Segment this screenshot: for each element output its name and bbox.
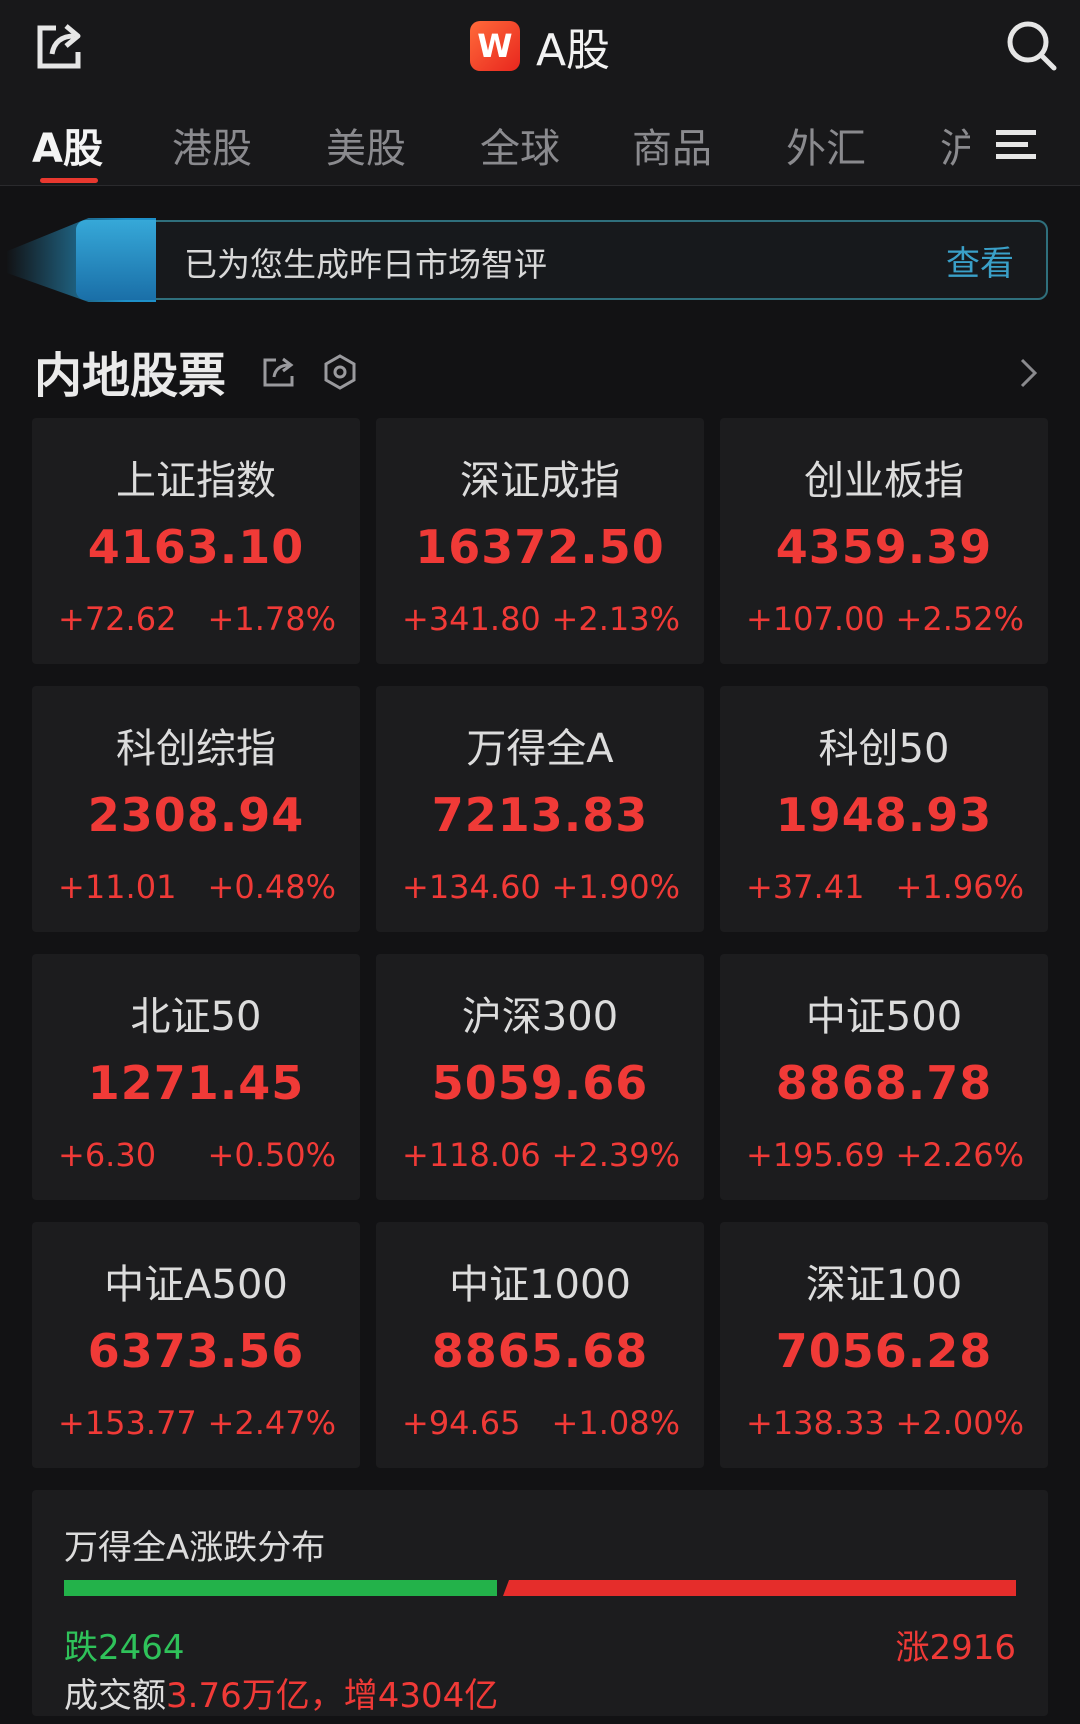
index-card[interactable]: 中证A500 6373.56 +153.77 +2.47%: [32, 1222, 360, 1468]
index-value: 6373.56: [87, 1324, 305, 1378]
tab-more-partial[interactable]: 沪: [940, 116, 970, 174]
index-value: 2308.94: [87, 788, 305, 842]
index-change-percent: +2.52%: [895, 600, 1024, 638]
index-change: +72.62: [58, 600, 177, 638]
advance-decline-panel[interactable]: 万得全A涨跌分布 跌2464 涨2916 成交额3.76万亿，增4304亿: [32, 1490, 1048, 1716]
advance-count: 涨2916: [895, 1628, 1016, 1668]
index-card[interactable]: 深证成指 16372.50 +341.80 +2.13%: [376, 418, 704, 664]
index-change: +118.06: [402, 1136, 541, 1174]
tab-hk-shares[interactable]: 港股: [172, 116, 252, 174]
index-name: 科创50: [818, 726, 950, 772]
tab-commodities[interactable]: 商品: [632, 116, 712, 174]
banner-text: 已为您生成昨日市场智评: [184, 245, 547, 284]
index-change-percent: +1.78%: [207, 600, 336, 638]
index-value: 1271.45: [87, 1056, 305, 1110]
index-value: 8868.78: [775, 1056, 993, 1110]
menu-icon[interactable]: [996, 130, 1036, 160]
index-card[interactable]: 中证500 8868.78 +195.69 +2.26%: [720, 954, 1048, 1200]
index-change-percent: +2.13%: [551, 600, 680, 638]
index-value: 1948.93: [775, 788, 993, 842]
index-change: +341.80: [402, 600, 541, 638]
index-change-percent: +1.08%: [551, 1404, 680, 1442]
index-change: +153.77: [58, 1404, 197, 1442]
index-name: 上证指数: [116, 458, 276, 504]
market-tabs: A股 港股 美股 全球 商品 外汇 沪: [0, 92, 1080, 186]
index-change: +138.33: [746, 1404, 885, 1442]
index-card[interactable]: 北证50 1271.45 +6.30 +0.50%: [32, 954, 360, 1200]
index-value: 7056.28: [775, 1324, 993, 1378]
index-name: 科创综指: [116, 726, 276, 772]
index-value: 16372.50: [415, 520, 665, 574]
index-name: 北证50: [130, 994, 262, 1040]
index-change: +94.65: [402, 1404, 521, 1442]
index-value: 4359.39: [775, 520, 993, 574]
decline-count: 跌2464: [64, 1628, 185, 1668]
index-value: 8865.68: [431, 1324, 649, 1378]
search-icon[interactable]: [1004, 18, 1058, 72]
banner-accent-block: [76, 220, 156, 300]
index-change-percent: +2.47%: [207, 1404, 336, 1442]
advance-decline-bar: [64, 1580, 1016, 1596]
index-name: 深证成指: [460, 458, 620, 504]
decline-bar: [64, 1580, 497, 1596]
index-name: 中证A500: [104, 1262, 288, 1308]
index-change: +37.41: [746, 868, 865, 906]
index-card[interactable]: 万得全A 7213.83 +134.60 +1.90%: [376, 686, 704, 932]
index-name: 创业板指: [804, 458, 964, 504]
index-change: +134.60: [402, 868, 541, 906]
index-change: +11.01: [58, 868, 177, 906]
index-card[interactable]: 科创综指 2308.94 +11.01 +0.48%: [32, 686, 360, 932]
chevron-right-icon[interactable]: [1018, 356, 1040, 390]
tab-a-shares[interactable]: A股: [32, 116, 103, 174]
index-name: 深证100: [805, 1262, 963, 1308]
index-value: 5059.66: [431, 1056, 649, 1110]
index-change-percent: +0.48%: [207, 868, 336, 906]
turnover-value: 3.76万亿，增4304亿: [166, 1676, 499, 1716]
turnover-text: 成交额3.76万亿，增4304亿: [64, 1668, 498, 1717]
index-change: +107.00: [746, 600, 885, 638]
index-card[interactable]: 深证100 7056.28 +138.33 +2.00%: [720, 1222, 1048, 1468]
tab-global[interactable]: 全球: [480, 116, 560, 174]
active-tab-indicator: [40, 178, 98, 183]
index-name: 中证1000: [449, 1262, 631, 1308]
index-name: 中证500: [805, 994, 963, 1040]
index-change-percent: +0.50%: [207, 1136, 336, 1174]
index-change-percent: +2.39%: [551, 1136, 680, 1174]
distribution-title: 万得全A涨跌分布: [64, 1528, 326, 1568]
index-change-percent: +2.00%: [895, 1404, 1024, 1442]
index-name: 万得全A: [466, 726, 614, 772]
index-name: 沪深300: [461, 994, 619, 1040]
index-card[interactable]: 沪深300 5059.66 +118.06 +2.39%: [376, 954, 704, 1200]
tab-us-shares[interactable]: 美股: [326, 116, 406, 174]
tab-forex[interactable]: 外汇: [786, 116, 866, 174]
index-change-percent: +2.26%: [895, 1136, 1024, 1174]
page-title: A股: [535, 25, 611, 76]
index-change: +6.30: [58, 1136, 157, 1174]
index-card[interactable]: 创业板指 4359.39 +107.00 +2.52%: [720, 418, 1048, 664]
index-card[interactable]: 中证1000 8865.68 +94.65 +1.08%: [376, 1222, 704, 1468]
index-card[interactable]: 上证指数 4163.10 +72.62 +1.78%: [32, 418, 360, 664]
index-value: 4163.10: [87, 520, 305, 574]
top-bar: W A股: [0, 0, 1080, 92]
index-change-percent: +1.96%: [895, 868, 1024, 906]
section-title: 内地股票: [34, 348, 227, 404]
app-logo: W: [469, 21, 520, 71]
banner-view-link[interactable]: 查看: [946, 236, 1014, 285]
advance-bar: [503, 1580, 1016, 1596]
index-change-percent: +1.90%: [551, 868, 680, 906]
settings-icon[interactable]: [322, 354, 358, 390]
index-change: +195.69: [746, 1136, 885, 1174]
app-title-group: W A股: [0, 18, 1080, 76]
turnover-label: 成交额: [64, 1676, 166, 1716]
index-card[interactable]: 科创50 1948.93 +37.41 +1.96%: [720, 686, 1048, 932]
index-value: 7213.83: [431, 788, 649, 842]
share-icon[interactable]: [262, 356, 296, 388]
